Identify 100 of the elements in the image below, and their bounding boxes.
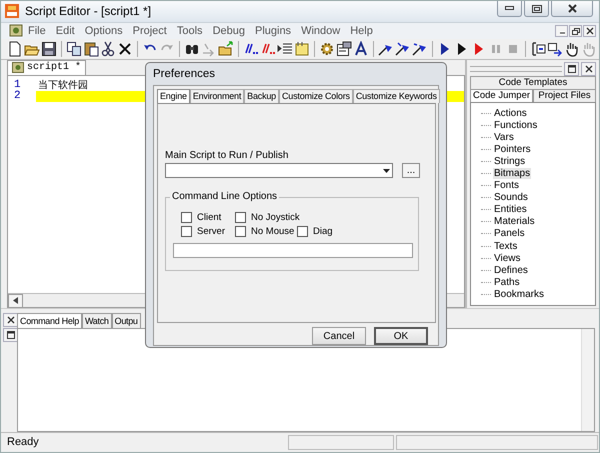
x-icon[interactable] [117,41,133,58]
script-dropdown[interactable] [165,163,393,178]
close-icon [584,64,592,73]
dialog-tab[interactable]: Customize Colors [278,89,353,103]
scroll-left-button[interactable] [8,294,23,308]
line-number: 2 [13,90,22,102]
tree-item[interactable]: Paths [493,276,521,288]
tree-item[interactable]: Views [493,252,522,264]
arguments-field[interactable] [173,243,413,258]
tree-item[interactable]: Actions [493,108,528,119]
tree-item[interactable]: Fonts [493,180,520,192]
maximize-icon [532,4,542,12]
dialog-button[interactable]: OK [374,327,428,345]
menu-item[interactable]: Edit [50,24,80,37]
tree-item[interactable]: Entities [493,204,528,216]
restore-icon [6,330,14,338]
window-title: Script Editor - [script1 *] [25,4,152,18]
line-number: 1 [13,79,22,92]
menu-item[interactable]: Debug [208,24,250,37]
tree-item[interactable]: Panels [493,228,526,240]
panel-tab[interactable]: Watch [82,312,112,328]
tree-item[interactable]: Sounds [493,192,529,204]
dialog-tab[interactable]: Engine [157,89,190,103]
menu-item[interactable]: Window [296,24,346,37]
close-icon [568,4,576,13]
document-icon [12,62,24,74]
field-label: Main Script to Run / Publish [165,150,290,161]
menu-item[interactable]: Options [80,24,128,37]
copy-icon[interactable] [66,41,82,58]
panel-tab[interactable]: Project Files [533,88,596,102]
menu-item[interactable]: Tools [172,24,208,37]
restore-icon [572,26,580,35]
checkbox-label: No Joystick [251,212,300,223]
status-text: Ready [6,435,40,450]
app-icon [5,4,19,18]
restore-button[interactable] [3,328,18,342]
window-arrow-icon[interactable] [547,41,563,58]
close-button[interactable] [3,312,18,326]
tree-item[interactable]: Defines [493,264,529,276]
tree-item[interactable]: Bookmarks [493,288,546,300]
menu-item[interactable]: Help [345,24,378,37]
font-icon[interactable] [353,41,369,58]
panel-tab[interactable]: Code Templates [470,76,596,89]
tree-item[interactable]: Strings [493,156,526,167]
minimize-icon [505,6,514,11]
new-file-icon[interactable] [7,41,23,58]
close-button[interactable] [581,62,596,76]
panel-tab[interactable]: Code Jumper [470,88,533,102]
tree-item[interactable]: Functions [493,120,538,131]
menu-item[interactable]: File [23,24,51,37]
restore-icon [568,64,576,73]
close-button[interactable] [551,1,593,17]
maximize-button[interactable] [524,1,549,17]
folder-icon[interactable] [218,41,234,58]
code-line: 当下软件园 [37,80,89,91]
tree-item[interactable]: Materials [493,216,536,228]
restore-button[interactable] [564,62,579,76]
menu-item[interactable]: Project [128,24,172,37]
left-arrow-icon [13,297,18,304]
hand-icon[interactable] [564,41,580,58]
dialog-title: Preferences [153,67,216,82]
checkbox-label: Server [197,226,225,237]
save-icon[interactable] [41,41,57,58]
checkbox[interactable] [181,226,192,237]
scissors-icon[interactable] [100,41,116,58]
tree-item[interactable]: Bitmaps [493,168,532,179]
gear-icon[interactable] [319,41,335,58]
menu-item[interactable]: Plugins [250,24,296,37]
checkbox[interactable] [235,226,246,237]
tree-item[interactable]: Vars [493,132,515,143]
minimize-button[interactable] [497,1,522,17]
dialog-tab[interactable]: Environment [190,89,244,103]
dialog-tab[interactable]: Customize Keywords [352,89,440,103]
close-icon [586,26,594,35]
dialog-tab[interactable]: Backup [244,89,279,103]
dialog-button[interactable]: Cancel [312,327,366,345]
panel-tab[interactable]: Outpu [112,312,141,328]
checkbox[interactable] [297,226,308,237]
checkbox[interactable] [181,212,192,223]
tree-item[interactable]: Pointers [493,144,532,155]
restore-button[interactable] [569,24,582,37]
note-icon[interactable] [294,41,310,58]
group-title: Command Line Options [170,191,280,202]
document-icon [9,24,23,38]
panel-tab[interactable]: Command Help [17,312,82,328]
checkbox[interactable] [235,212,246,223]
checkbox-label: Client [197,212,222,223]
scrollbar[interactable] [581,328,594,432]
close-button[interactable] [583,24,596,37]
bracket-icon[interactable] [530,41,546,58]
close-icon [6,316,14,324]
checkbox-label: Diag [313,226,333,237]
browse-button[interactable]: ... [402,163,420,178]
dropdown-arrow-icon [382,168,390,172]
paste-icon[interactable] [83,41,99,58]
tree-item[interactable]: Texts [493,240,518,252]
checkbox-label: No Mouse [251,226,294,237]
properties-icon[interactable] [336,41,352,58]
editor-tab[interactable]: script1 * [7,60,86,75]
minimize-button[interactable] [555,24,568,37]
